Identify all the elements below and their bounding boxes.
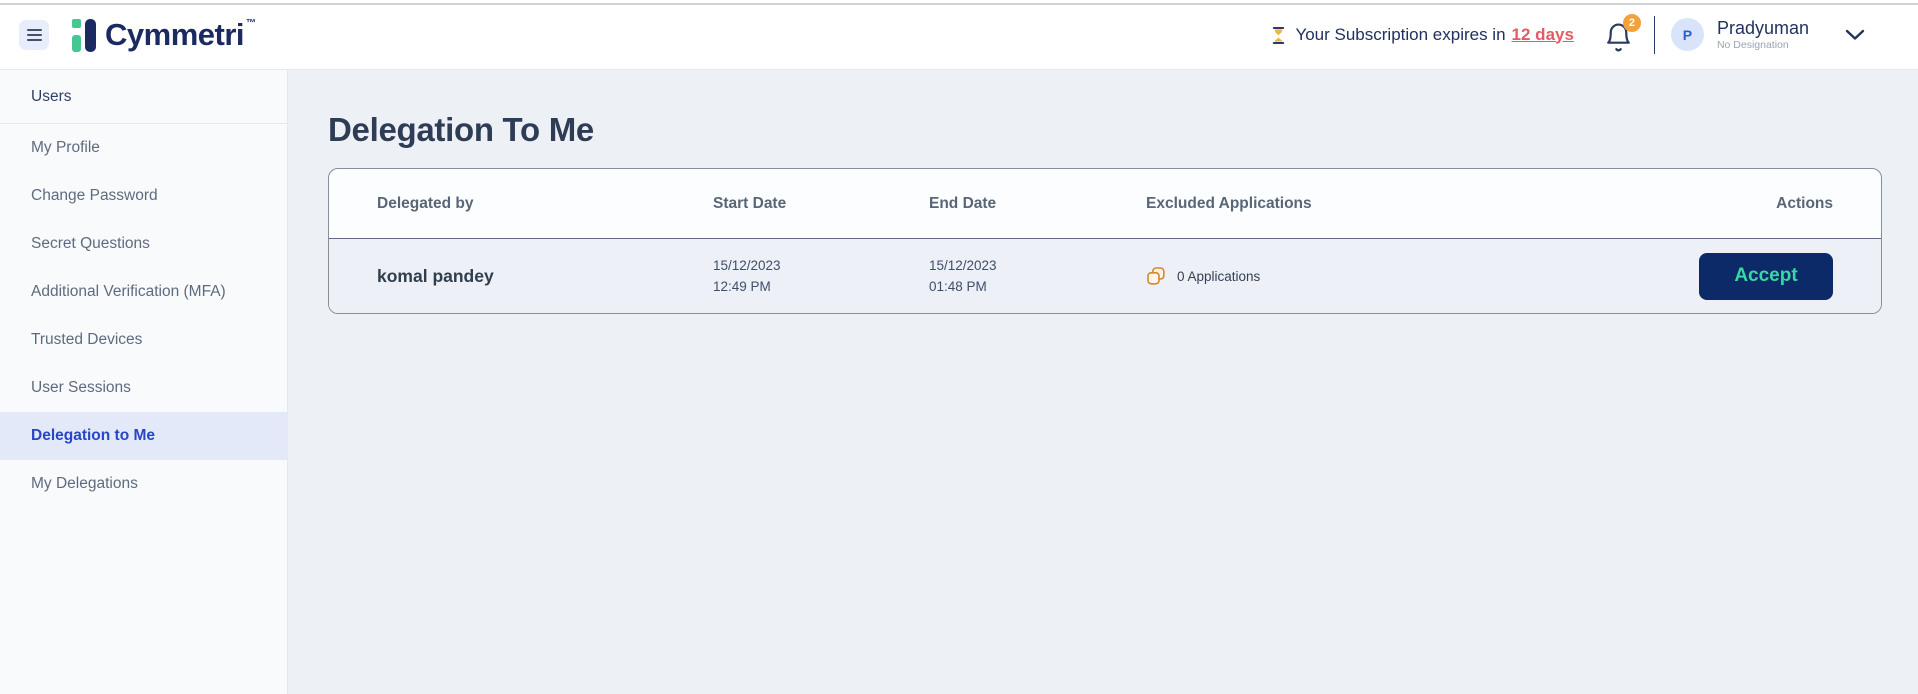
sidebar-item-label: My Profile xyxy=(31,139,100,157)
sidebar-item-label: User Sessions xyxy=(31,379,131,397)
sidebar-item-my-delegations[interactable]: My Delegations xyxy=(0,460,287,508)
sidebar-item-delegation-to-me[interactable]: Delegation to Me xyxy=(0,412,287,460)
sidebar-item-users[interactable]: Users xyxy=(0,70,287,124)
column-header-start-date: Start Date xyxy=(713,195,929,213)
main-content: Delegation To Me Delegated by Start Date… xyxy=(288,70,1918,694)
avatar-initial: P xyxy=(1683,27,1692,43)
cell-end-date: 15/12/2023 01:48 PM xyxy=(929,255,1146,297)
user-info: Pradyuman No Designation xyxy=(1717,18,1809,51)
sidebar-item-label: Trusted Devices xyxy=(31,331,142,349)
applications-icon xyxy=(1146,266,1166,286)
chevron-down-icon xyxy=(1845,29,1865,41)
delegation-table-card: Delegated by Start Date End Date Exclude… xyxy=(328,168,1882,314)
table-header-row: Delegated by Start Date End Date Exclude… xyxy=(329,169,1881,239)
sidebar-item-my-profile[interactable]: My Profile xyxy=(0,124,287,172)
user-designation: No Designation xyxy=(1717,39,1809,51)
cell-actions: Accept xyxy=(1623,253,1833,300)
subscription-notice: Your Subscription expires in 12 days xyxy=(1271,25,1574,45)
sidebar-item-label: Secret Questions xyxy=(31,235,150,253)
menu-button[interactable] xyxy=(19,20,49,50)
hamburger-icon xyxy=(27,29,42,41)
table-row: komal pandey 15/12/2023 12:49 PM 15/12/2… xyxy=(329,239,1881,313)
sidebar-item-trusted-devices[interactable]: Trusted Devices xyxy=(0,316,287,364)
page-body: Users My Profile Change Password Secret … xyxy=(0,70,1918,694)
column-header-actions: Actions xyxy=(1623,195,1833,213)
cell-start-date: 15/12/2023 12:49 PM xyxy=(713,255,929,297)
user-name: Pradyuman xyxy=(1717,18,1809,38)
column-header-end-date: End Date xyxy=(929,195,1146,213)
avatar: P xyxy=(1671,18,1704,51)
end-time-value: 01:48 PM xyxy=(929,276,1146,297)
sidebar-item-label: Delegation to Me xyxy=(31,427,155,445)
page-title: Delegation To Me xyxy=(328,111,1882,149)
accept-button[interactable]: Accept xyxy=(1699,253,1833,300)
subscription-days-link[interactable]: 12 days xyxy=(1512,25,1574,45)
app-root: Cymmetri ™ Your Subscription expires in … xyxy=(0,0,1918,694)
user-menu[interactable]: P Pradyuman No Designation xyxy=(1671,18,1865,51)
start-time-value: 12:49 PM xyxy=(713,276,929,297)
column-header-delegated-by: Delegated by xyxy=(377,195,713,213)
cell-delegated-by: komal pandey xyxy=(377,266,713,287)
subscription-text: Your Subscription expires in xyxy=(1295,25,1505,45)
top-bar: Cymmetri ™ Your Subscription expires in … xyxy=(0,0,1918,70)
header-divider xyxy=(1654,16,1655,54)
sidebar-item-additional-verification-mfa[interactable]: Additional Verification (MFA) xyxy=(0,268,287,316)
column-header-excluded-applications: Excluded Applications xyxy=(1146,195,1623,213)
hourglass-icon xyxy=(1271,26,1286,45)
logo-trademark: ™ xyxy=(246,18,256,29)
sidebar-item-label: Change Password xyxy=(31,187,158,205)
sidebar-item-label: Additional Verification (MFA) xyxy=(31,283,226,301)
sidebar-item-secret-questions[interactable]: Secret Questions xyxy=(0,220,287,268)
topbar-right: Your Subscription expires in 12 days 2 P… xyxy=(1271,16,1865,54)
notification-badge: 2 xyxy=(1623,14,1641,32)
sidebar-item-label: My Delegations xyxy=(31,475,138,493)
sidebar: Users My Profile Change Password Secret … xyxy=(0,70,288,694)
sidebar-item-user-sessions[interactable]: User Sessions xyxy=(0,364,287,412)
excluded-applications-text: 0 Applications xyxy=(1177,269,1260,284)
end-date-value: 15/12/2023 xyxy=(929,255,1146,276)
cell-excluded-applications[interactable]: 0 Applications xyxy=(1146,266,1623,286)
app-logo[interactable]: Cymmetri ™ xyxy=(72,16,256,54)
logo-text: Cymmetri xyxy=(105,16,244,54)
logo-mark-icon xyxy=(72,16,98,54)
sidebar-item-change-password[interactable]: Change Password xyxy=(0,172,287,220)
notifications-button[interactable]: 2 xyxy=(1603,17,1637,53)
sidebar-item-label: Users xyxy=(31,88,71,106)
start-date-value: 15/12/2023 xyxy=(713,255,929,276)
